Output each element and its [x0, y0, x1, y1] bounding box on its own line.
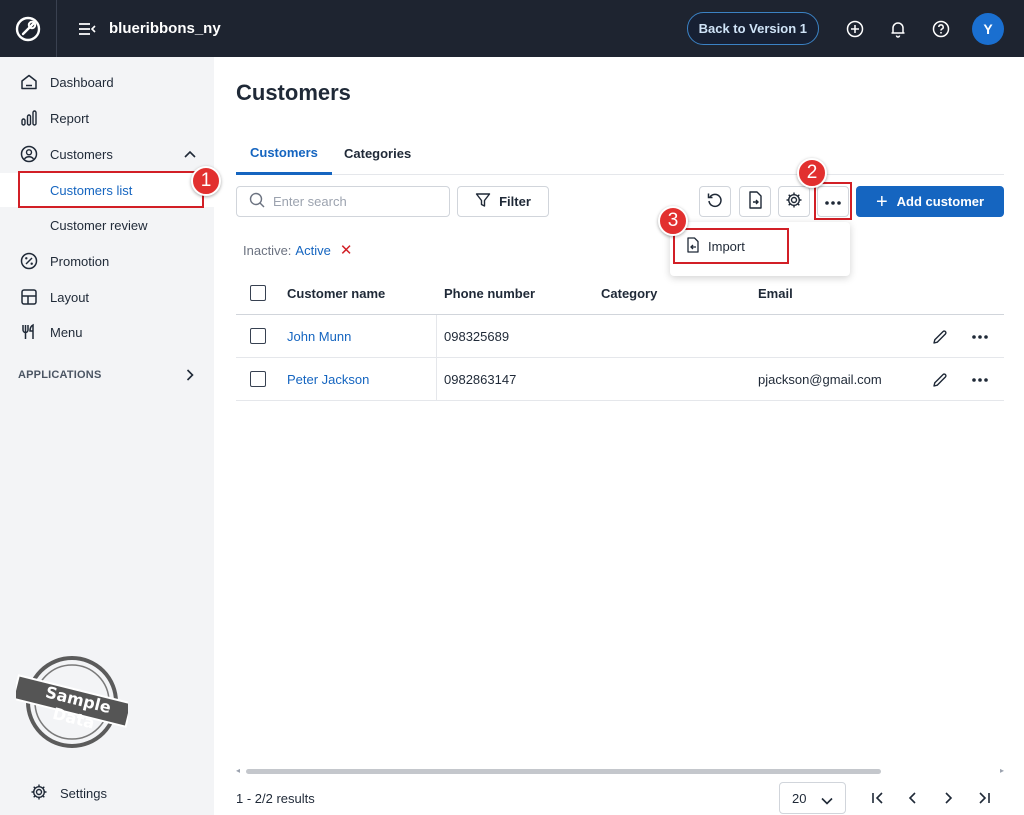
user-circle-icon: [18, 143, 40, 165]
bell-icon[interactable]: [876, 0, 919, 57]
email-cell: pjackson@gmail.com: [758, 372, 882, 387]
plus-icon: +: [875, 190, 888, 213]
annotation-box-2: [814, 182, 852, 220]
results-count: 1 - 2/2 results: [236, 791, 315, 806]
column-header-phone[interactable]: Phone number: [444, 286, 535, 301]
column-settings-button[interactable]: [778, 186, 810, 217]
sidebar-item-label: Layout: [50, 289, 90, 305]
sidebar-item-dashboard[interactable]: Dashboard: [0, 65, 214, 99]
home-icon: [18, 71, 40, 93]
sidebar-item-layout[interactable]: Layout: [0, 280, 214, 314]
export-file-icon: [747, 191, 763, 212]
search-field[interactable]: [236, 186, 450, 217]
add-customer-button[interactable]: + Add customer: [856, 186, 1004, 217]
add-customer-label: Add customer: [896, 194, 985, 209]
annotation-badge-1: 1: [191, 166, 221, 196]
app-logo-icon[interactable]: [0, 0, 57, 57]
refresh-icon: [706, 191, 724, 212]
tab-customers[interactable]: Customers: [236, 132, 332, 175]
filter-chip-label: Inactive:: [243, 242, 292, 258]
chevron-up-icon[interactable]: [184, 148, 196, 160]
percent-icon: [18, 250, 40, 272]
store-name: blueribbons_ny: [109, 20, 221, 37]
filter-chip-value: Active: [295, 242, 331, 258]
page-size-value: 20: [792, 790, 807, 806]
chart-icon: [18, 107, 40, 129]
page-size-select[interactable]: 20: [779, 782, 846, 814]
utensils-icon: [18, 321, 40, 343]
export-button[interactable]: [739, 186, 771, 217]
filter-label: Filter: [499, 194, 531, 209]
phone-cell: 098325689: [444, 329, 510, 344]
annotation-box-3: [673, 228, 789, 264]
layout-icon: [18, 286, 40, 308]
annotation-box-1: [18, 171, 204, 208]
filter-button[interactable]: Filter: [457, 186, 549, 217]
chevron-right-icon[interactable]: [184, 369, 196, 381]
phone-cell: 0982863147: [444, 372, 517, 387]
page-title: Customers: [236, 80, 351, 105]
table-row[interactable]: John Munn 098325689: [236, 315, 1004, 358]
sidebar-item-customers[interactable]: Customers: [0, 137, 214, 171]
tab-categories[interactable]: Categories: [330, 132, 425, 175]
last-page-icon[interactable]: [974, 788, 994, 808]
edit-pencil-icon[interactable]: [929, 326, 951, 348]
filter-icon: [475, 192, 491, 211]
row-more-icon[interactable]: [969, 326, 991, 348]
row-checkbox[interactable]: [250, 328, 266, 344]
edit-pencil-icon[interactable]: [929, 369, 951, 391]
column-header-category[interactable]: Category: [601, 286, 657, 301]
sidebar-item-label: Dashboard: [50, 74, 114, 90]
row-checkbox[interactable]: [250, 371, 266, 387]
back-to-version-button[interactable]: Back to Version 1: [686, 12, 819, 45]
search-input[interactable]: [273, 194, 433, 209]
top-bar: blueribbons_ny Back to Version 1 Y: [0, 0, 1024, 57]
customer-name-link[interactable]: Peter Jackson: [287, 372, 369, 387]
annotation-badge-2: 2: [797, 158, 827, 188]
select-all-checkbox[interactable]: [250, 285, 266, 301]
horizontal-scrollbar[interactable]: ◂ ▸: [236, 766, 1004, 776]
active-filter-chip: Inactive: Active ✕: [243, 241, 352, 259]
sidebar-item-settings[interactable]: Settings: [18, 783, 107, 804]
add-circle-icon[interactable]: [833, 0, 876, 57]
sidebar-item-menu[interactable]: Menu: [0, 315, 214, 349]
sidebar-item-label: Customers: [50, 146, 113, 162]
applications-section-label: APPLICATIONS: [18, 369, 102, 381]
next-page-icon[interactable]: [938, 788, 958, 808]
remove-filter-icon[interactable]: ✕: [340, 241, 353, 259]
sidebar-item-customer-review[interactable]: Customer review: [0, 208, 214, 242]
annotation-badge-3: 3: [658, 206, 688, 236]
refresh-button[interactable]: [699, 186, 731, 217]
sample-data-stamp: Sample Data: [11, 652, 133, 752]
sidebar-item-report[interactable]: Report: [0, 101, 214, 135]
menu-toggle-icon[interactable]: [77, 19, 97, 39]
sidebar-item-label: Promotion: [50, 253, 110, 269]
help-icon[interactable]: [919, 0, 962, 57]
column-divider: [436, 358, 437, 401]
scrollbar-thumb[interactable]: [246, 769, 881, 774]
column-divider: [436, 315, 437, 358]
first-page-icon[interactable]: [868, 788, 888, 808]
customer-name-link[interactable]: John Munn: [287, 329, 351, 344]
previous-page-icon[interactable]: [903, 788, 923, 808]
sidebar-item-label: Report: [50, 110, 90, 126]
row-more-icon[interactable]: [969, 369, 991, 391]
sidebar-item-label: Menu: [50, 324, 83, 340]
column-header-name[interactable]: Customer name: [287, 286, 385, 301]
chevron-down-icon: [821, 793, 833, 808]
search-icon: [249, 192, 265, 211]
column-header-email[interactable]: Email: [758, 286, 793, 301]
tab-bar: Customers Categories: [236, 132, 1004, 175]
avatar[interactable]: Y: [972, 12, 1004, 45]
sidebar-item-promotion[interactable]: Promotion: [0, 244, 214, 278]
scroll-left-icon[interactable]: ◂: [236, 766, 240, 775]
settings-label: Settings: [60, 786, 107, 801]
gear-icon: [30, 783, 48, 804]
gear-icon: [785, 191, 803, 212]
table-header: Customer name Phone number Category Emai…: [236, 272, 1004, 315]
table-row[interactable]: Peter Jackson 0982863147 pjackson@gmail.…: [236, 358, 1004, 401]
scroll-right-icon[interactable]: ▸: [1000, 766, 1004, 775]
